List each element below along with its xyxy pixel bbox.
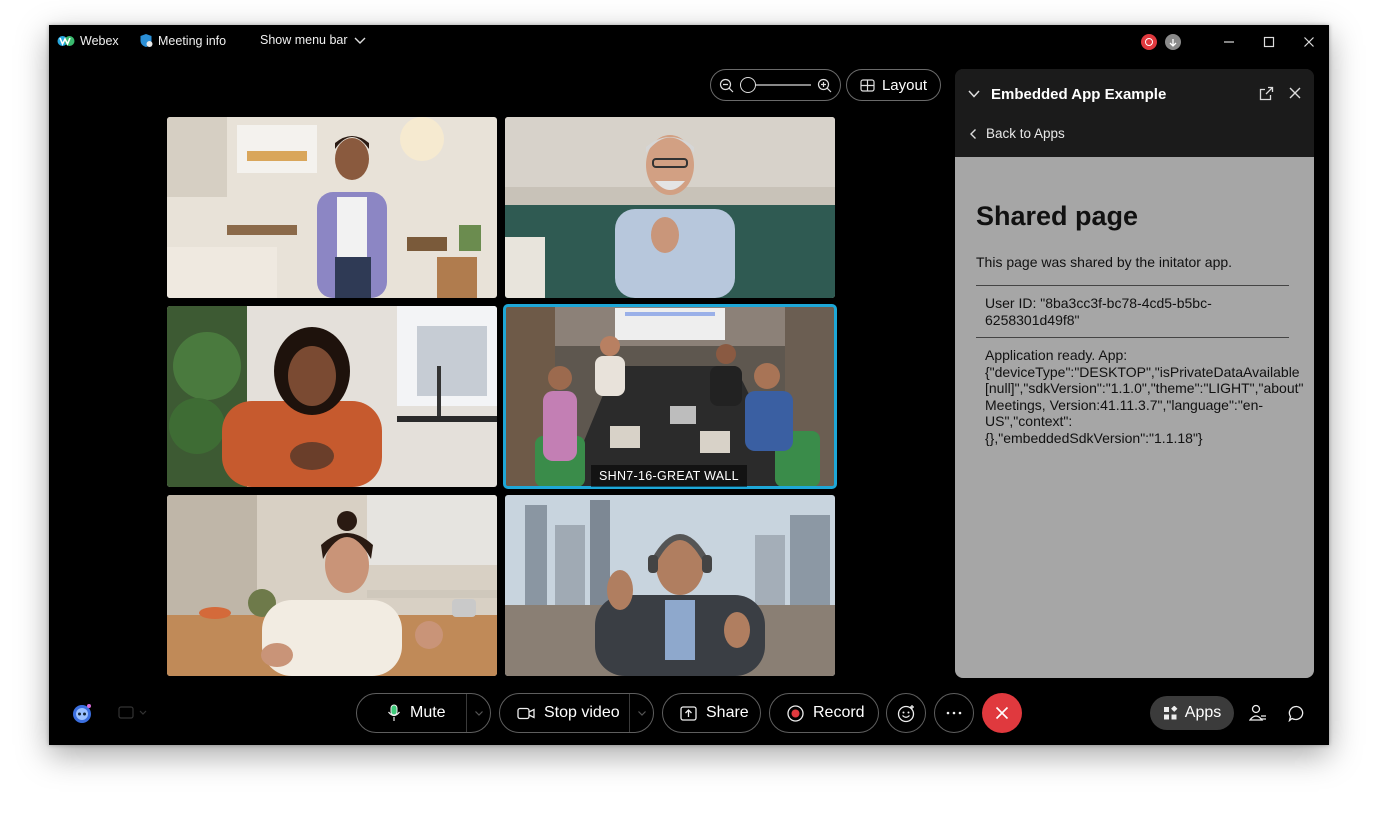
maximize-button[interactable] [1249,25,1289,59]
embedded-app-panel: Embedded App Example Back to Apps Shared… [955,69,1314,678]
connection-status-icon[interactable] [1165,34,1181,50]
mute-button[interactable]: Mute [356,693,491,733]
layout-button[interactable]: Layout [846,69,941,101]
divider [976,285,1289,286]
chevron-down-icon [637,710,646,716]
video-tile[interactable] [167,117,497,298]
shared-page-description: This page was shared by the initator app… [976,254,1233,270]
mute-label: Mute [410,704,446,721]
maximize-icon [1263,36,1275,48]
chevron-left-icon [970,128,976,139]
divider [976,337,1289,338]
shield-info-icon [140,34,153,47]
participant-video [505,495,835,676]
mute-options-button[interactable] [466,694,490,732]
panel-title: Embedded App Example [991,86,1167,103]
leave-meeting-button[interactable] [982,693,1022,733]
share-label: Share [706,704,749,721]
minimize-icon [1224,41,1234,43]
ai-assistant-icon[interactable] [70,701,94,725]
participant-video [167,306,497,487]
grid-icon [860,78,875,92]
show-menu-bar-button[interactable]: Show menu bar [260,33,372,47]
embedded-page-content: Shared page This page was shared by the … [955,157,1314,678]
recording-status-icon[interactable] [1141,34,1157,50]
more-icon [946,711,962,715]
close-icon [995,706,1009,720]
participant-video [505,117,835,298]
more-options-button[interactable] [934,693,974,733]
emoji-icon [897,704,914,722]
close-window-button[interactable] [1289,25,1329,59]
zoom-slider[interactable] [740,77,811,93]
video-tile-active[interactable]: SHN7-16-GREAT WALL [503,304,837,489]
zoom-in-icon[interactable] [817,78,832,93]
video-tile[interactable] [167,306,497,487]
apps-button[interactable]: Apps [1150,696,1234,730]
stop-video-label: Stop video [544,704,620,721]
video-options-button[interactable] [629,694,653,732]
record-button[interactable]: Record [769,693,879,733]
chevron-down-icon[interactable] [967,89,981,99]
webex-meeting-window: Webex Meeting info Show menu bar Layout … [49,25,1329,745]
share-button[interactable]: Share [662,693,761,733]
shared-page-heading: Shared page [976,201,1139,231]
webex-logo-icon [57,36,75,46]
video-tile[interactable] [505,117,835,298]
participant-video [167,495,497,676]
user-id-text: User ID: "8ba3cc3f-bc78-4cd5-b5bc- 62583… [985,295,1212,328]
video-tile[interactable] [505,495,835,676]
zoom-control [710,69,841,101]
participant-video [167,117,497,298]
microphone-icon [388,704,400,721]
stop-video-button[interactable]: Stop video [499,693,654,733]
layout-label: Layout [881,76,928,94]
meeting-info-button[interactable]: Meeting info [139,33,226,48]
record-label: Record [813,704,865,721]
webex-app-menu[interactable]: Webex [57,33,119,49]
participant-name-label: SHN7-16-GREAT WALL [591,465,747,487]
application-ready-text: Application ready. App: {"deviceType":"D… [985,347,1304,446]
zoom-out-icon[interactable] [719,78,734,93]
close-icon [1304,37,1314,47]
record-icon [787,704,804,722]
zoom-slider-handle[interactable] [740,77,756,93]
apps-icon [1163,705,1178,719]
share-screen-icon [680,705,697,721]
video-tile[interactable] [167,495,497,676]
meeting-info-label: Meeting info [158,33,227,48]
pop-out-icon[interactable] [1259,86,1274,101]
chevron-down-icon [474,710,483,716]
panel-header: Embedded App Example Back to Apps [955,69,1314,157]
participant-video [505,306,835,487]
apps-label: Apps [1184,704,1222,721]
back-to-apps-link[interactable]: Back to Apps [969,126,1065,141]
camera-icon [517,707,535,719]
participants-icon[interactable] [1249,704,1267,722]
chat-icon[interactable] [1288,705,1305,722]
captions-icon[interactable] [118,706,148,720]
window-controls [1141,25,1329,59]
reactions-button[interactable] [886,693,926,733]
close-icon[interactable] [1288,86,1302,100]
minimize-button[interactable] [1209,25,1249,59]
back-to-apps-label: Back to Apps [986,126,1065,141]
chevron-down-icon [354,37,366,44]
title-bar: Webex Meeting info Show menu bar [49,25,1329,59]
app-name: Webex [80,34,119,48]
show-menu-bar-label: Show menu bar [260,33,348,47]
